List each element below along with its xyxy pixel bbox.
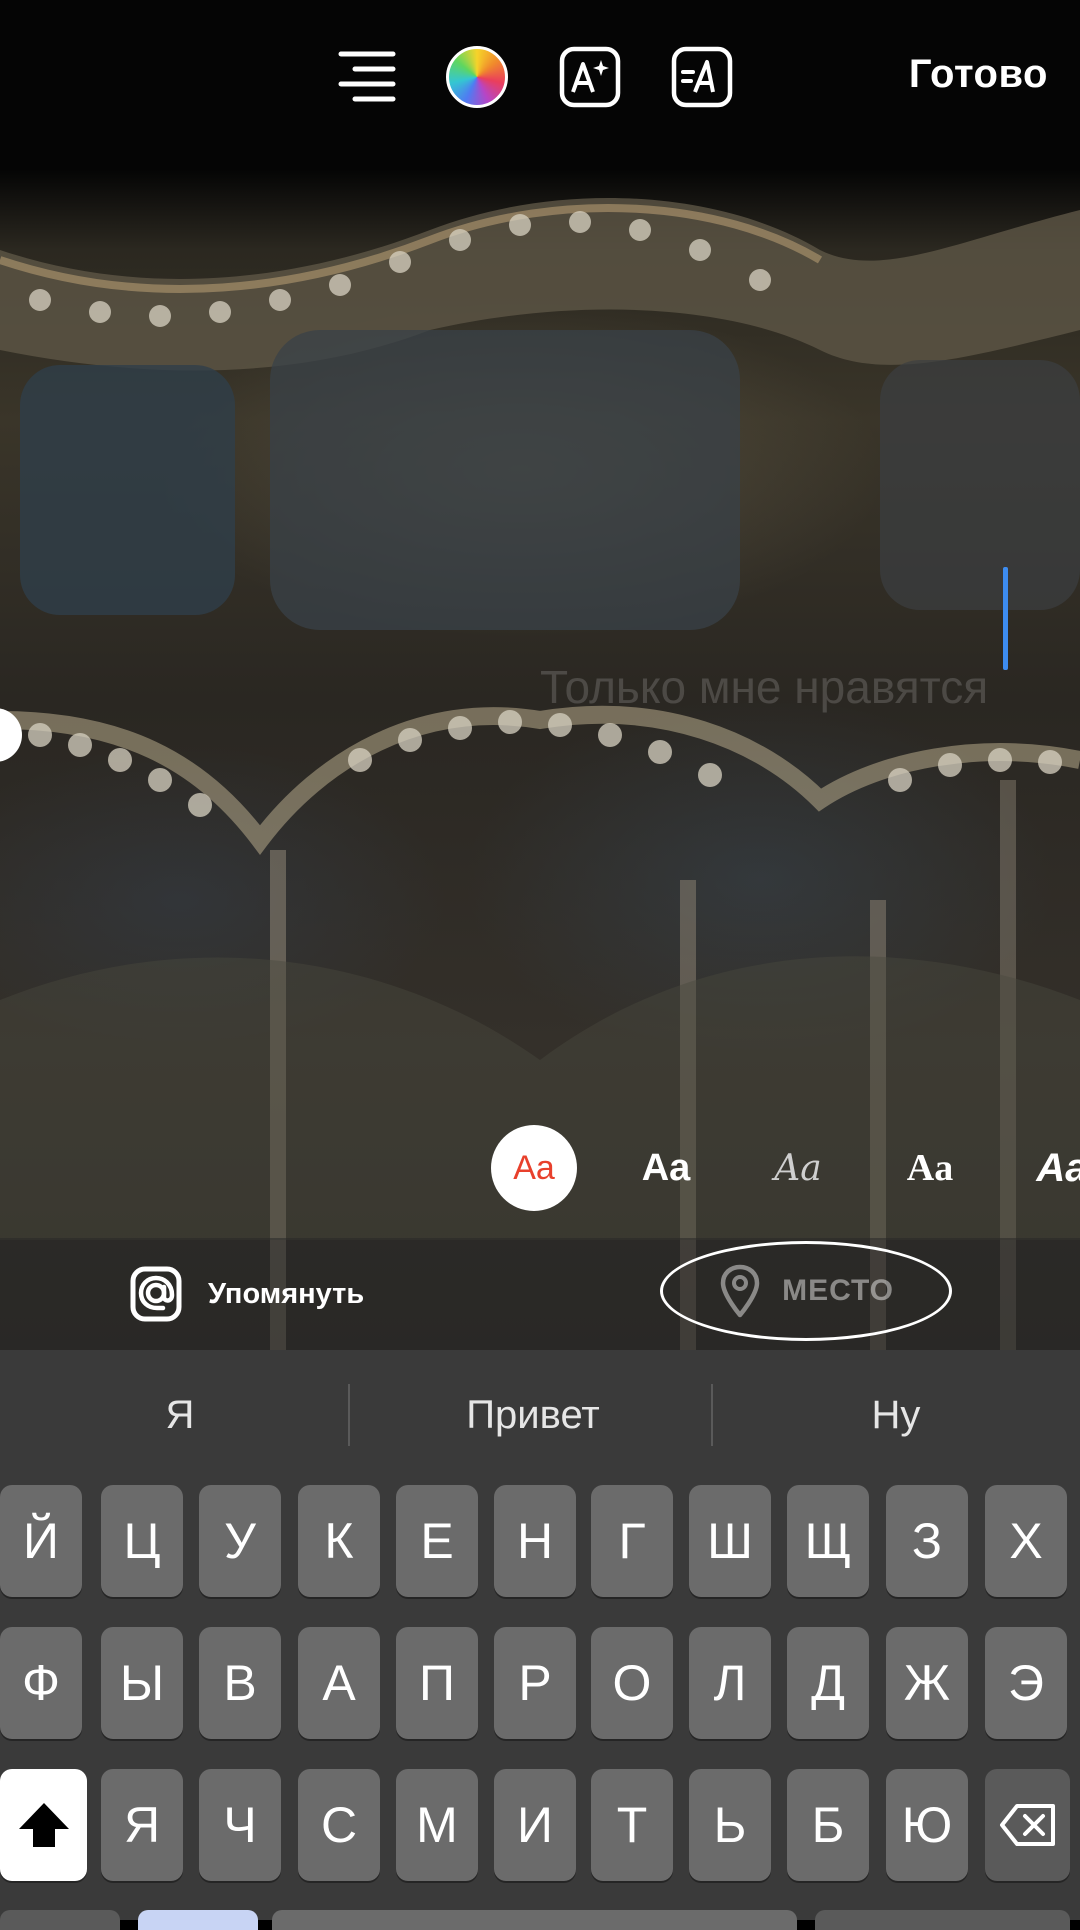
text-animation-icon[interactable] bbox=[670, 45, 734, 109]
text-cursor bbox=[1003, 567, 1008, 670]
key[interactable]: К bbox=[298, 1485, 380, 1597]
location-pin-icon bbox=[720, 1264, 760, 1318]
key[interactable]: Т bbox=[591, 1769, 673, 1881]
text-effects-icon[interactable] bbox=[558, 45, 622, 109]
suggestion-item[interactable]: Привет bbox=[353, 1350, 713, 1480]
suggestion-divider bbox=[348, 1384, 350, 1446]
suggestion-bar: Я Привет Ну bbox=[0, 1350, 1080, 1480]
location-button[interactable]: МЕСТО bbox=[660, 1241, 952, 1341]
text-placeholder[interactable]: Только мне нравятся bbox=[540, 660, 1000, 714]
font-option-label: Aa bbox=[641, 1146, 691, 1189]
key[interactable]: Н bbox=[494, 1485, 576, 1597]
key[interactable]: Э bbox=[985, 1627, 1067, 1739]
font-option-label: Aa bbox=[906, 1147, 954, 1189]
key[interactable]: С bbox=[298, 1769, 380, 1881]
key[interactable]: Щ bbox=[787, 1485, 869, 1597]
key[interactable]: У bbox=[199, 1485, 281, 1597]
key[interactable]: Я bbox=[101, 1769, 183, 1881]
suggestion-item[interactable]: Я bbox=[0, 1350, 360, 1480]
key[interactable]: Ь bbox=[689, 1769, 771, 1881]
key[interactable]: А bbox=[298, 1627, 380, 1739]
key[interactable]: З bbox=[886, 1485, 968, 1597]
at-sign-icon bbox=[130, 1266, 182, 1322]
key[interactable]: Ш bbox=[689, 1485, 771, 1597]
key[interactable]: О bbox=[591, 1627, 673, 1739]
bottom-row-key[interactable] bbox=[138, 1910, 258, 1930]
keyboard: Я Привет Ну Й Ц У К Е Н Г Ш Щ З Х Ф Ы В … bbox=[0, 1350, 1080, 1930]
suggestion-item[interactable]: Ну bbox=[716, 1350, 1076, 1480]
key[interactable]: Г bbox=[591, 1485, 673, 1597]
key[interactable]: М bbox=[396, 1769, 478, 1881]
color-wheel-icon[interactable] bbox=[445, 45, 509, 109]
key[interactable]: Ы bbox=[101, 1627, 183, 1739]
top-toolbar: Готово bbox=[0, 0, 1080, 160]
suggestion-divider bbox=[711, 1384, 713, 1446]
location-label: МЕСТО bbox=[782, 1274, 894, 1307]
font-option-modern[interactable]: Aa bbox=[491, 1125, 577, 1211]
align-right-icon[interactable] bbox=[335, 45, 399, 109]
done-button[interactable]: Готово bbox=[909, 52, 1048, 97]
shift-arrow-icon bbox=[18, 1803, 69, 1847]
font-option-label: Aa bbox=[1036, 1145, 1080, 1190]
font-option-serif-bold[interactable]: Aa bbox=[887, 1125, 973, 1211]
key[interactable]: Ф bbox=[0, 1627, 82, 1739]
backspace-icon bbox=[999, 1804, 1055, 1846]
space-bar[interactable] bbox=[272, 1910, 797, 1930]
key[interactable]: Е bbox=[396, 1485, 478, 1597]
bottom-row-key[interactable] bbox=[815, 1910, 1070, 1930]
sticker-chip-row: Упомянуть МЕСТО bbox=[0, 1238, 1080, 1350]
key[interactable]: Ю bbox=[886, 1769, 968, 1881]
key[interactable]: Б bbox=[787, 1769, 869, 1881]
key[interactable]: В bbox=[199, 1627, 281, 1739]
shift-key[interactable] bbox=[0, 1769, 87, 1881]
key[interactable]: Р bbox=[494, 1627, 576, 1739]
key[interactable]: Д bbox=[787, 1627, 869, 1739]
key[interactable]: Л bbox=[689, 1627, 771, 1739]
key[interactable]: Ц bbox=[101, 1485, 183, 1597]
key[interactable]: Ж bbox=[886, 1627, 968, 1739]
font-option-label: Aa bbox=[774, 1147, 822, 1189]
key[interactable]: Й bbox=[0, 1485, 82, 1597]
backspace-key[interactable] bbox=[985, 1769, 1070, 1881]
font-option-script[interactable]: Aa bbox=[755, 1125, 841, 1211]
font-option-classic-bold[interactable]: Aa bbox=[623, 1125, 709, 1211]
key[interactable]: П bbox=[396, 1627, 478, 1739]
font-option-label: Aa bbox=[513, 1148, 555, 1187]
key[interactable]: Ч bbox=[199, 1769, 281, 1881]
mention-label: Упомянуть bbox=[208, 1277, 365, 1310]
key[interactable]: И bbox=[494, 1769, 576, 1881]
key[interactable]: Х bbox=[985, 1485, 1067, 1597]
mention-button[interactable]: Упомянуть bbox=[130, 1262, 364, 1326]
bottom-row-key[interactable] bbox=[0, 1910, 120, 1930]
